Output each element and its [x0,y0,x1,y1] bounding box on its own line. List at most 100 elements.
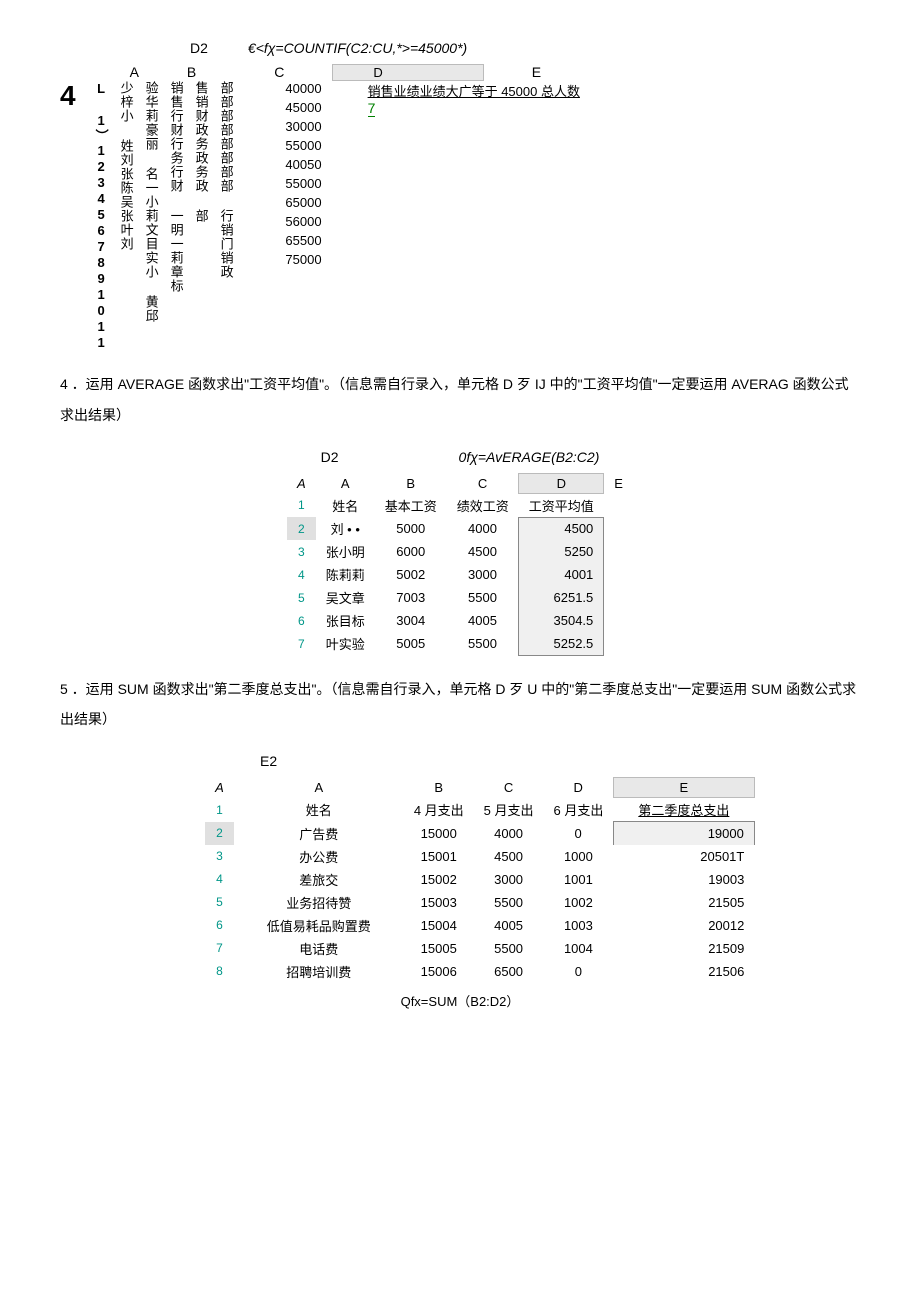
cell-value: 张小明 [316,540,375,563]
left-big-number: 4 [60,80,76,112]
question-5-text: 5 ．运用 SUM 函数求出"第二季度总支出"。（信息需自行录入，单元格 D 歹… [60,674,860,736]
cell-value: 张目标 [316,609,375,632]
cell-value: 5500 [447,586,519,609]
table-row: 4 差旅交 15002 3000 1001 19003 [205,868,754,891]
table-row: A A B C D E [205,778,754,798]
table-row: 8 招聘培训费 15006 6500 0 21506 [205,960,754,983]
cell-value: 0 [544,960,614,983]
cell-value: 3000 [474,868,544,891]
cell-value: 差旅交 [234,868,404,891]
vertical-dept-3: 部部部部部部部部 行销门销政 [217,81,236,279]
sum-result: 19003 [613,868,754,891]
cell-value: 3000 [447,563,519,586]
table-row: 2 刘 • • 5000 4000 4500 [287,517,633,540]
avg-result: 3504.5 [519,609,604,632]
cell-value: 15005 [404,937,474,960]
col-letter: D [544,778,614,798]
cell-value: 6500 [474,960,544,983]
table-row: 3 张小明 6000 4500 5250 [287,540,633,563]
col-letter: E [613,778,754,798]
avg-result: 4500 [519,517,604,540]
cell-value: 业务招待赞 [234,891,404,914]
cell-value: 4000 [474,822,544,845]
row-number: 5 [287,586,316,609]
cell-value: 叶实验 [316,632,375,655]
vertical-rownums: L 1）1234567891011 [92,81,111,351]
cell-value: 招聘培训费 [234,960,404,983]
row-number: 7 [205,937,234,960]
col-letter: C [274,64,284,81]
header-cell: 5 月支出 [474,798,544,822]
col-letter: C [447,473,519,493]
table-row: 5 业务招待赞 15003 5500 1002 21505 [205,891,754,914]
table-row: 1 姓名 4 月支出 5 月支出 6 月支出 第二季度总支出 [205,798,754,822]
cell-value: 电话费 [234,937,404,960]
cell-value: 30000 [272,119,322,134]
cell-value: 65000 [272,195,322,210]
sum-result: 20501T [613,845,754,868]
cell-value: 5500 [474,891,544,914]
table-3: A A B C D E 1 姓名 4 月支出 5 月支出 6 月支出 第二季度总… [205,777,755,983]
cell-value: 陈莉莉 [316,563,375,586]
formula-text-2: 0fχ=AvERAGE(B2:C2) [459,449,600,465]
cell-value: 55000 [272,176,322,191]
header-cell: 姓名 [316,493,375,517]
table-row: A A B C D E [287,473,633,493]
cell-value: 7003 [375,586,447,609]
sum-result: 21506 [613,960,754,983]
table-row: 5 吴文章 7003 5500 6251.5 [287,586,633,609]
cell-ref-1: D2 [190,40,208,56]
col-letter: B [187,64,196,81]
col-letter: E [532,64,541,81]
cell-value: 40050 [272,157,322,172]
row-number: 2 [287,517,316,540]
col-letter: D [519,473,604,493]
formula-bar-2: D2 0fχ=AvERAGE(B2:C2) [60,449,860,465]
table-1-col-c: 40000 45000 30000 55000 40050 55000 6500… [272,81,322,267]
cell-value: 4500 [474,845,544,868]
cell-value: 5500 [447,632,519,655]
cell-value: 5002 [375,563,447,586]
row-number: 3 [205,845,234,868]
question-4-text: 4 ．运用 AVERAGE 函数求出"工资平均值"。（信息需自行录入，单元格 D… [60,369,860,431]
sum-result: 21505 [613,891,754,914]
avg-result: 6251.5 [519,586,604,609]
cell-value: 4500 [447,540,519,563]
corner-cell: A [287,473,316,493]
avg-result: 5250 [519,540,604,563]
cell-value: 56000 [272,214,322,229]
header-cell: 绩效工资 [447,493,519,517]
table-row: 1 姓名 基本工资 绩效工资 工资平均值 [287,493,633,517]
cell-value: 1000 [544,845,614,868]
cell-value: 刘 • • [316,517,375,540]
cell-value: 15000 [404,822,474,845]
col-letter-d-shaded: D [332,64,483,81]
vertical-dept-2: 售销财政务政务政 部 [192,81,211,223]
cell-value: 广告费 [234,822,404,845]
formula-text-1: €<fχ=COUNTIF(C2:CU,*>=45000*) [248,40,467,56]
row-number: 3 [287,540,316,563]
col-letter: E [604,473,633,493]
row-number: 1 [287,493,316,517]
cell-value: 15004 [404,914,474,937]
cell-ref-3: E2 [260,753,277,769]
header-cell: 姓名 [234,798,404,822]
col-letter: A [130,64,139,81]
cell-value: 15001 [404,845,474,868]
col-letter: A [234,778,404,798]
avg-result: 4001 [519,563,604,586]
table-1: 4 A B C D E L 1）1234567891011 少梓小 姓刘张陈吴张… [60,64,860,351]
corner-cell: A [205,778,234,798]
cell-value: 6000 [375,540,447,563]
row-number: 8 [205,960,234,983]
cell-value: 15003 [404,891,474,914]
cell-value: 65500 [272,233,322,248]
row-number: 6 [205,914,234,937]
cell-value: 吴文章 [316,586,375,609]
table-2: A A B C D E 1 姓名 基本工资 绩效工资 工资平均值 2 刘 • •… [287,473,633,656]
cell-value: 5500 [474,937,544,960]
table-row: 4 陈莉莉 5002 3000 4001 [287,563,633,586]
cell-value: 3004 [375,609,447,632]
table-row: 2 广告费 15000 4000 0 19000 [205,822,754,845]
table-row: 3 办公费 15001 4500 1000 20501T [205,845,754,868]
